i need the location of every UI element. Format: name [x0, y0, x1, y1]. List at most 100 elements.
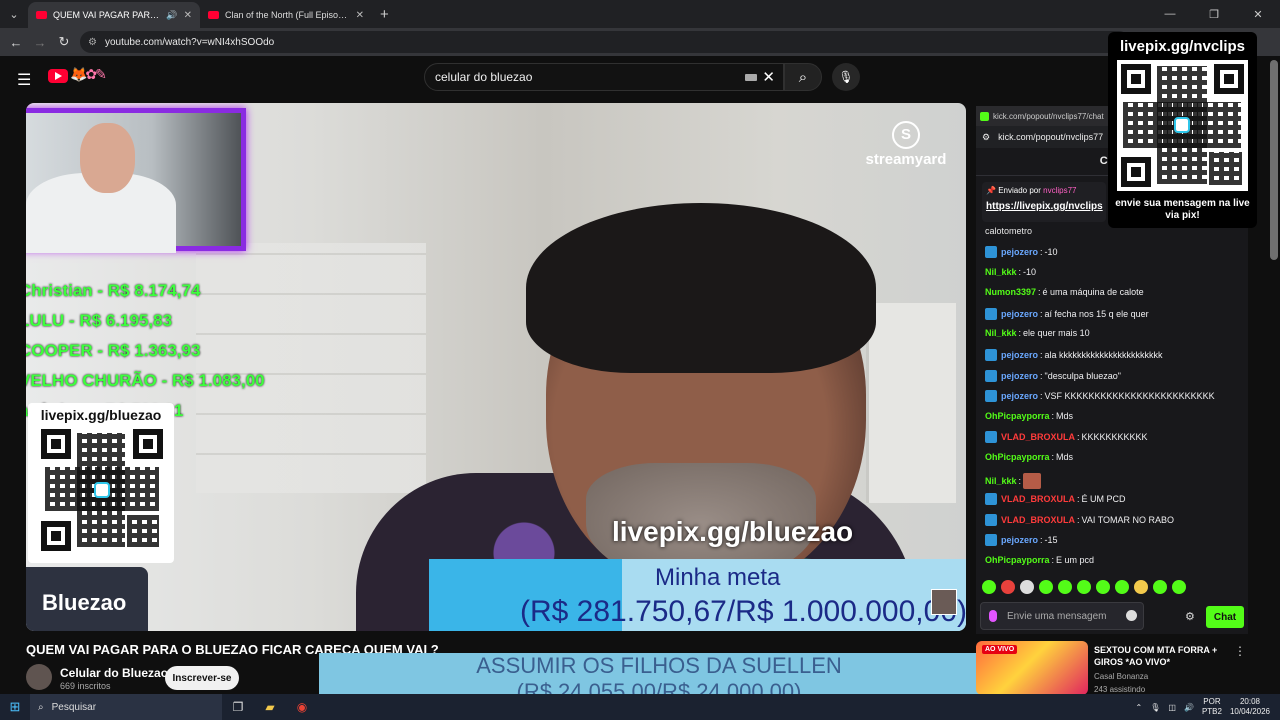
tray-arrow-icon[interactable]: ⌃: [1136, 703, 1143, 712]
emoji-picker-icon[interactable]: [1126, 610, 1137, 621]
window-controls: — ❐ ✕: [1148, 0, 1280, 28]
url-field[interactable]: ⚙ youtube.com/watch?v=wNI4xhSOOdo: [80, 31, 1130, 53]
system-tray: ⌃ 🎙 ◫ 🔊 POR PTB2 20:08 10/04/2026: [1136, 694, 1280, 720]
pinned-link[interactable]: https://livepix.gg/nvclips: [986, 201, 1103, 212]
more-options-icon[interactable]: ⋮: [1234, 644, 1246, 658]
browser-address-bar: ← → ↻ ⚙ youtube.com/watch?v=wNI4xhSOOdo: [0, 28, 1280, 56]
menu-icon[interactable]: ☰: [17, 70, 31, 90]
qr-right-caption: envie sua mensagem na live via pix!: [1115, 198, 1250, 221]
chat-username[interactable]: Nil_kkk: [985, 328, 1017, 338]
minimize-icon[interactable]: —: [1148, 0, 1192, 28]
chat-username[interactable]: pejozero: [1001, 350, 1038, 360]
donor-entry: VELHO CHURÃO - R$ 1.083,00: [26, 371, 265, 390]
task-view-icon[interactable]: ❐: [222, 700, 254, 714]
chat-username[interactable]: VLAD_BROXULA: [1001, 432, 1075, 442]
volume-icon[interactable]: 🔊: [1184, 703, 1194, 712]
network-icon[interactable]: ◫: [1168, 703, 1176, 712]
chat-message-input[interactable]: Envie uma mensagem: [980, 602, 1144, 630]
windows-start-icon[interactable]: ⊞: [0, 699, 30, 715]
tab-youtube-video[interactable]: QUEM VAI PAGAR PARA O BLUEZAO 🔊 ✕: [28, 2, 200, 28]
search-input[interactable]: celular do bluezao ✕: [424, 63, 784, 91]
recommended-channel[interactable]: Casal Bonanza: [1094, 672, 1148, 681]
qr-code-icon: [41, 429, 163, 551]
emote-icon[interactable]: [1020, 580, 1034, 594]
chat-username[interactable]: pejozero: [1001, 247, 1038, 257]
chat-separator: :: [1040, 391, 1043, 402]
voice-search-button[interactable]: 🎙: [832, 63, 860, 91]
microphone-icon[interactable]: [989, 610, 997, 622]
chat-settings-gear-icon[interactable]: ⚙: [1185, 610, 1195, 623]
chat-username[interactable]: Nil_kkk: [985, 476, 1017, 486]
chat-username[interactable]: pejozero: [1001, 391, 1038, 401]
chat-separator: :: [1018, 475, 1022, 486]
back-icon[interactable]: ←: [4, 35, 28, 50]
clock-date: 10/04/2026: [1229, 707, 1270, 716]
chat-username[interactable]: VLAD_BROXULA: [1001, 515, 1075, 525]
search-button[interactable]: ⌕: [784, 63, 822, 91]
taskbar-search[interactable]: ⌕ Pesquisar: [30, 694, 222, 720]
keyboard-icon[interactable]: [745, 74, 757, 81]
maximize-icon[interactable]: ❐: [1192, 0, 1236, 28]
microphone-icon[interactable]: 🎙: [1150, 703, 1160, 712]
emote-icon[interactable]: [1115, 580, 1129, 594]
search-query: celular do bluezao: [435, 70, 533, 84]
url-text: youtube.com/watch?v=wNI4xhSOOdo: [104, 36, 275, 48]
speaker-icon[interactable]: 🔊: [166, 10, 177, 21]
chat-username[interactable]: OhPicpayporra: [985, 555, 1050, 565]
chrome-icon[interactable]: ◉: [286, 700, 318, 714]
user-badge-icon: [985, 513, 997, 526]
chat-username[interactable]: OhPicpayporra: [985, 411, 1050, 421]
youtube-logo-icon[interactable]: [48, 69, 68, 83]
emote-icon[interactable]: [1077, 580, 1091, 594]
chat-separator: :: [1051, 410, 1055, 421]
chat-message-text: aí fecha nos 15 q ele quer: [1044, 308, 1149, 319]
chat-message: pejozero: -10: [985, 246, 1058, 258]
subscribe-button[interactable]: Inscrever-se: [165, 666, 239, 690]
tab-search-icon[interactable]: ⌄: [0, 0, 28, 28]
chat-username[interactable]: Nil_kkk: [985, 267, 1017, 277]
donor-entry: LULU - R$ 6.195,83: [26, 311, 173, 330]
emote-bar: [982, 580, 1186, 594]
chat-username[interactable]: pejozero: [1001, 535, 1038, 545]
chat-username[interactable]: pejozero: [1001, 371, 1038, 381]
pinned-user[interactable]: nvclips77: [1043, 186, 1076, 195]
emote-icon[interactable]: [1001, 580, 1015, 594]
youtube-favicon-icon: [36, 11, 47, 19]
input-language[interactable]: POR PTB2: [1202, 697, 1222, 717]
chat-message-text: É UM PCD: [1081, 494, 1126, 505]
channel-avatar[interactable]: [26, 664, 52, 690]
chat-username[interactable]: pejozero: [1001, 309, 1038, 319]
chat-username[interactable]: VLAD_BROXULA: [1001, 494, 1075, 504]
channel-name[interactable]: Celular do Bluezao: [60, 666, 168, 680]
emote-icon[interactable]: [1039, 580, 1053, 594]
tab-close-icon[interactable]: ✕: [184, 10, 192, 21]
chat-username[interactable]: Numon3397: [985, 287, 1036, 297]
emote-icon[interactable]: [1172, 580, 1186, 594]
forward-icon[interactable]: →: [28, 35, 52, 50]
tab-clan-of-the-north[interactable]: Clan of the North (Full Episode) ✕: [200, 2, 372, 28]
doodle-icon[interactable]: 🦊✿✎: [70, 66, 107, 83]
clock[interactable]: 20:08 10/04/2026: [1230, 697, 1270, 717]
tab-close-icon[interactable]: ✕: [356, 10, 364, 21]
scrollbar-thumb[interactable]: [1270, 60, 1278, 260]
emote-icon[interactable]: [1096, 580, 1110, 594]
file-explorer-icon[interactable]: ▰: [254, 700, 286, 714]
emote-icon[interactable]: [1134, 580, 1148, 594]
chat-separator: :: [1077, 514, 1080, 525]
close-window-icon[interactable]: ✕: [1236, 0, 1280, 28]
recommended-title[interactable]: SEXTOU COM MTA FORRA + GIROS *AO VIVO*: [1094, 644, 1222, 668]
reload-icon[interactable]: ↻: [52, 34, 76, 50]
page-scrollbar[interactable]: [1268, 60, 1280, 660]
emote-icon[interactable]: [1153, 580, 1167, 594]
chat-separator: :: [1077, 494, 1080, 505]
video-player[interactable]: S streamyard Christian - R$ 8.174,74 LUL…: [26, 103, 966, 631]
emote-icon[interactable]: [982, 580, 996, 594]
send-chat-button[interactable]: Chat: [1206, 606, 1244, 628]
new-tab-icon[interactable]: +: [380, 6, 389, 23]
emote-icon[interactable]: [1058, 580, 1072, 594]
site-info-icon[interactable]: ⚙: [88, 37, 97, 48]
clear-search-icon[interactable]: ✕: [762, 68, 775, 86]
user-badge-icon: [985, 369, 997, 382]
chat-username[interactable]: OhPicpayporra: [985, 452, 1050, 462]
site-info-icon[interactable]: ⚙: [982, 132, 990, 143]
